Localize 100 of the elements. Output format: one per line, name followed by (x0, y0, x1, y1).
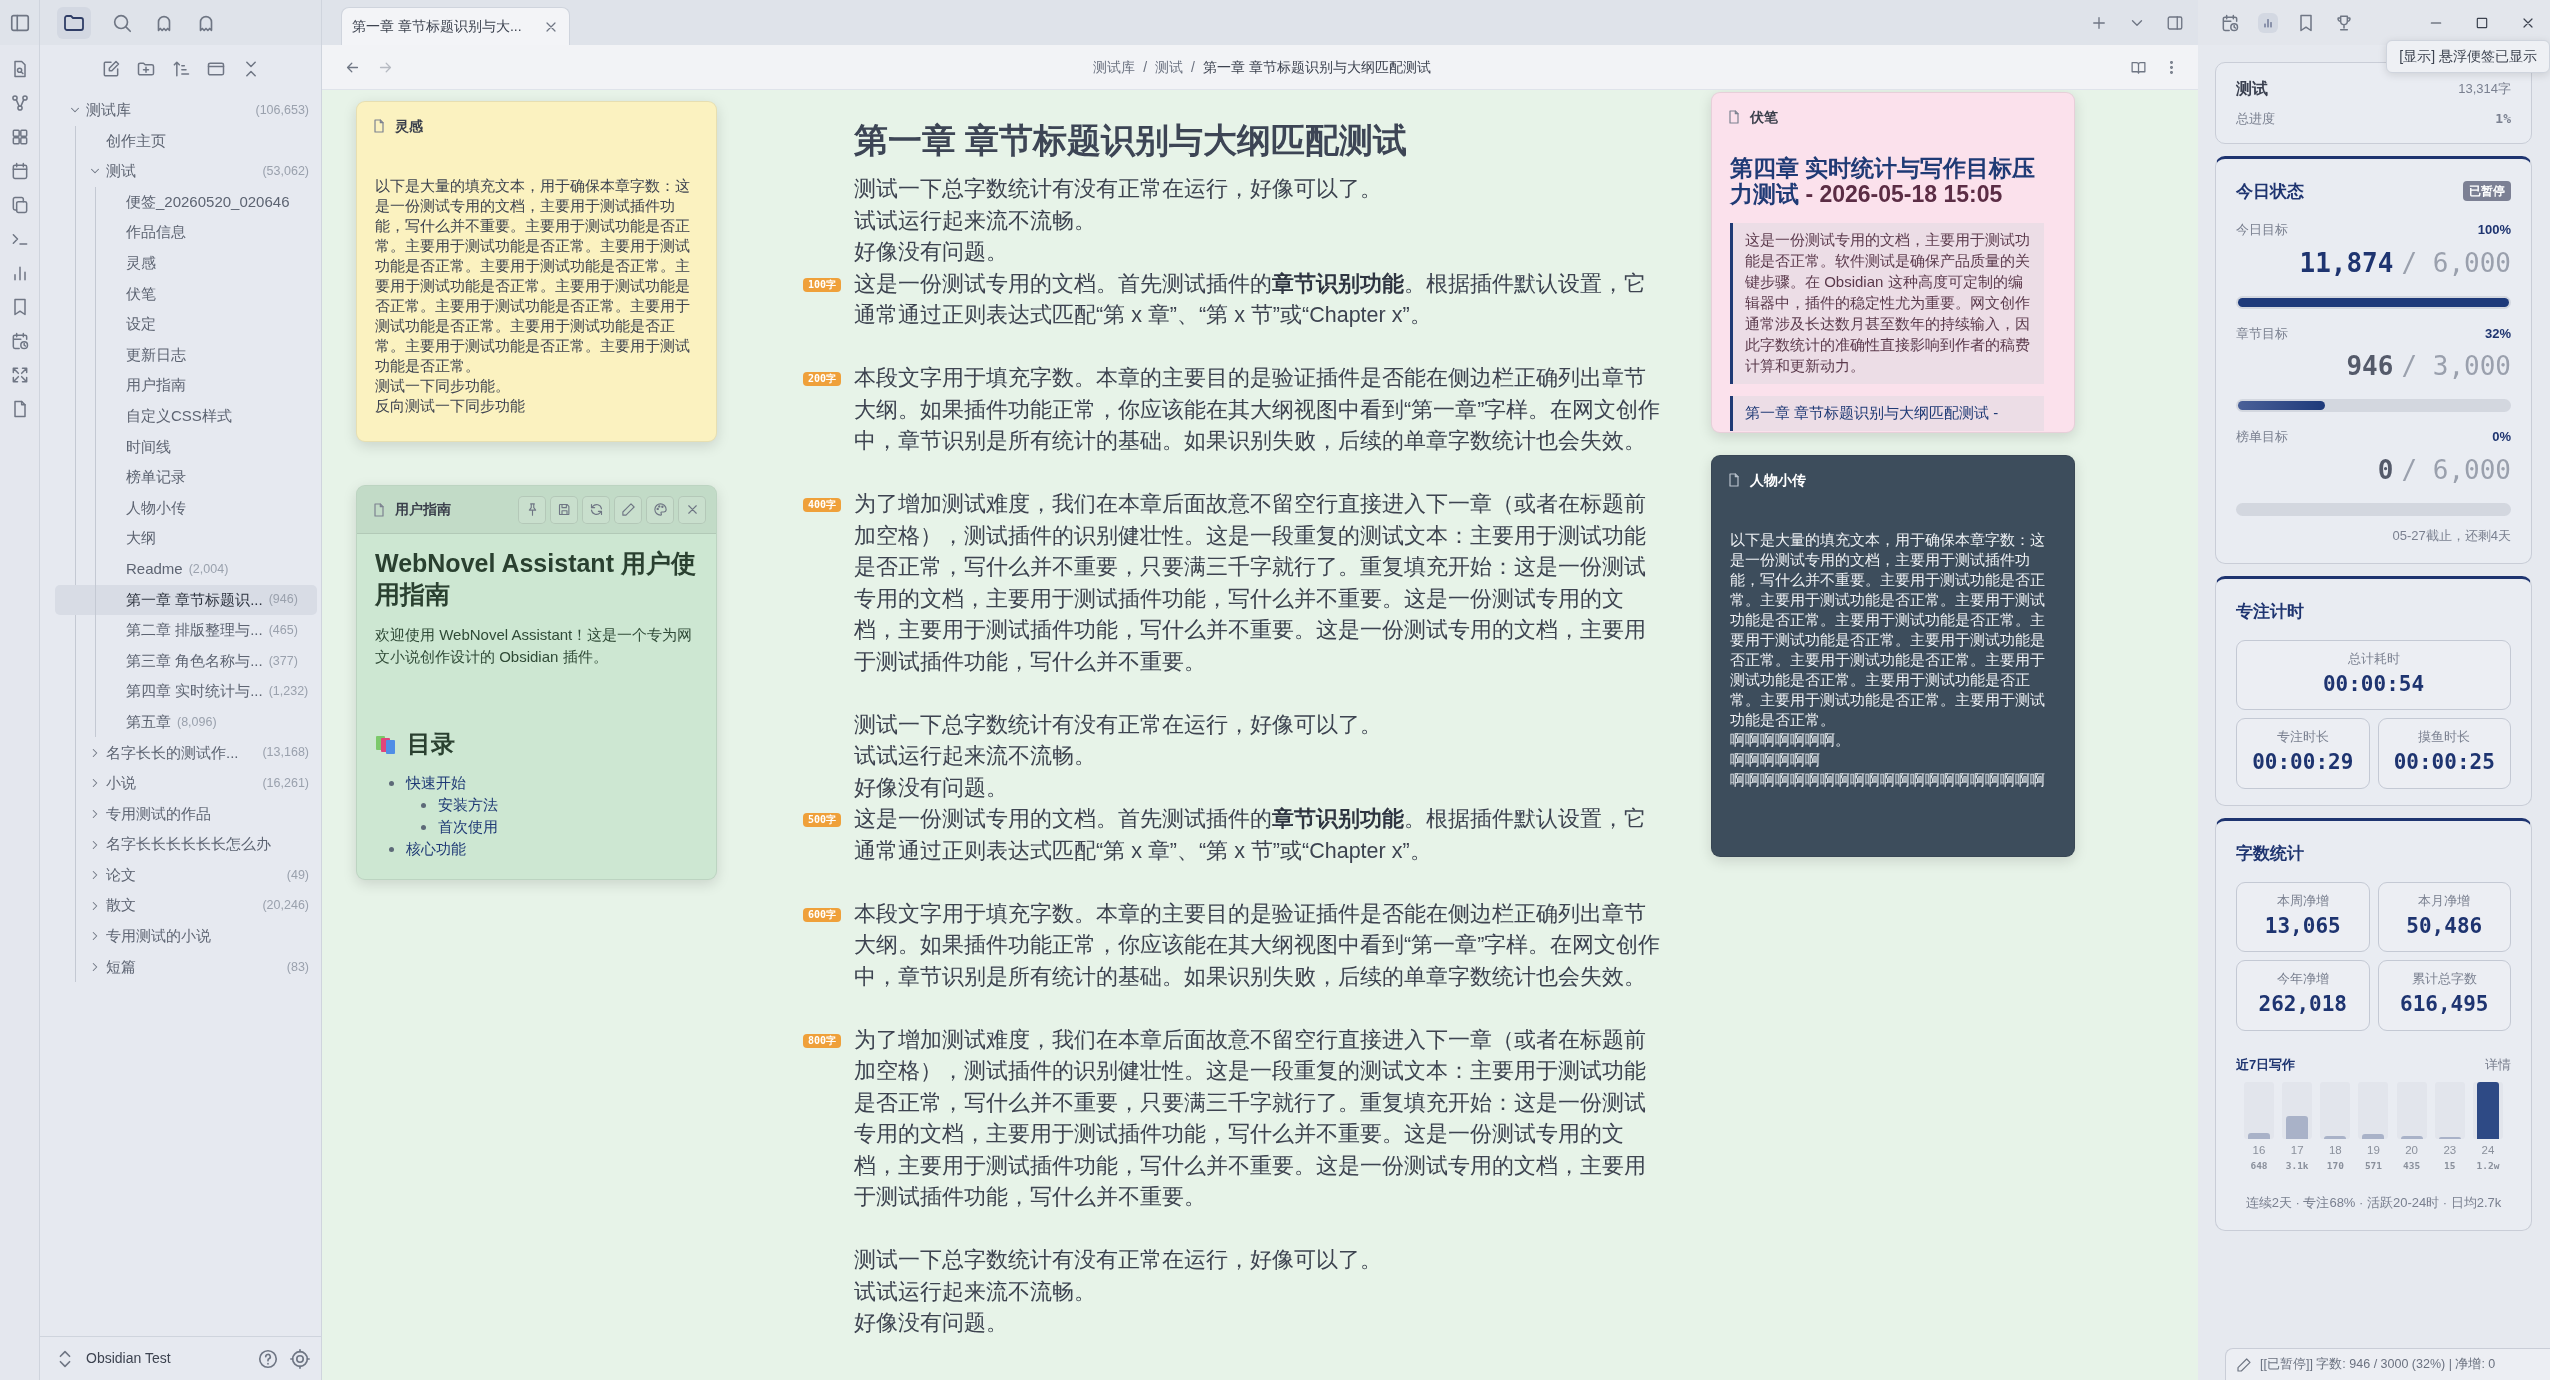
file-tree-item[interactable]: 短篇 (83) (55, 951, 317, 983)
goal-label: 今日目标 (2236, 221, 2288, 239)
breadcrumb-link[interactable]: 测试库 (1093, 56, 1136, 78)
file-tree-item[interactable]: 人物小传 (55, 492, 317, 524)
help-icon[interactable] (257, 1347, 279, 1370)
folder-icon[interactable] (57, 6, 91, 39)
note-text: 反向测试一下同步功能 (375, 396, 526, 416)
file-tree-item[interactable]: 测试库 (106,653) (55, 95, 317, 126)
document-title: 第一章 章节标题识别与大纲匹配测试 (854, 120, 1409, 161)
close-button[interactable] (678, 495, 706, 524)
file-tree-item[interactable]: 作品信息 (55, 217, 317, 248)
list-link[interactable]: 首次使用 (438, 816, 498, 838)
file-tree-item[interactable]: 第五章 (8,096) (55, 706, 317, 738)
day-count: 435 (2403, 1159, 2421, 1174)
file-tree-item[interactable]: 大纲 (55, 523, 317, 554)
stat-value: 262,018 (2258, 991, 2347, 1018)
breadcrumb-link[interactable]: 第一章 章节标题识别与大纲匹配测试 (1202, 56, 1431, 78)
word-count-badge: 500字 (803, 813, 842, 827)
note-link-quote[interactable]: 第一章 章节标题识别与大纲匹配测试 - (1730, 396, 2044, 431)
day-label: 20 (2405, 1143, 2418, 1158)
paragraph: 本段文字用于填充字数。本章的主要目的是验证插件是否能在侧边栏正确列出章节大纲。如果插件功能正常，你应该能在其大纲视图中看到“第一章”字样。在网文创作中，章节识别是所有统计的基础。如果识别失败，后续的单章字数统计也会失效。 (854, 900, 1662, 991)
word-count: (465) (268, 622, 298, 639)
file-tree-item[interactable]: 用户指南 (55, 370, 317, 401)
sidebar-toggle-icon[interactable] (2166, 13, 2184, 32)
new-folder-icon[interactable] (135, 59, 156, 79)
file-tree-item[interactable]: Readme (2,004) (55, 553, 317, 585)
document-tab[interactable]: 第一章 章节标题识别与大... (341, 7, 570, 45)
word-count: (83) (286, 958, 309, 976)
graph-icon[interactable] (9, 93, 30, 113)
file-tree-item[interactable]: 第三章 角色名称与... (377) (55, 645, 317, 677)
stat-value: 13,065 (2264, 912, 2341, 940)
goal-target: / 6,000 (2401, 453, 2511, 487)
stat-label: 本周净增 (2276, 893, 2329, 910)
note-quote: 这是一份测试专用的文档，主要用于测试功能是否正常。软件测试是确保产品质量的关键步骤。在 Obsidian 这种高度可定制的编辑器中，插件的稳定性尤为重要。网文创作通常涉及长达数月甚至数年的持续输入，因此字数统计的准确性直接影响到作者的稿费计算和更新动力。 (1730, 223, 2044, 384)
file-tree-item[interactable]: 自定义CSS样式 (55, 400, 317, 432)
save-button[interactable] (550, 495, 578, 524)
day-label: 17 (2290, 1143, 2304, 1158)
edit-button[interactable] (614, 495, 642, 524)
file-tree-item[interactable]: 便签_20260520_020646 (55, 186, 317, 218)
file-tree-item[interactable]: 创作主页 (55, 125, 317, 157)
file-tree-item[interactable]: 小说 (16,261) (55, 768, 317, 799)
details-link[interactable]: 详情 (2485, 1054, 2511, 1074)
file-tree-item[interactable]: 更新日志 (55, 339, 317, 371)
file-tree-item[interactable]: 榜单记录 (55, 462, 317, 493)
vault-name[interactable]: Obsidian Test (86, 1348, 247, 1369)
bullet-icon (421, 802, 426, 808)
file-tree-item[interactable]: 测试 (53,062) (55, 156, 317, 187)
bullet-icon (389, 846, 394, 852)
refresh-button[interactable] (582, 495, 610, 524)
stat-label: 今年净增 (2276, 971, 2329, 989)
file-tree-item[interactable]: 专用测试的作品 (55, 798, 317, 830)
note-text: 啊啊啊啊啊啊啊。 (1730, 730, 1851, 750)
text-line: 测试一下总字数统计有没有正常在运行，好像可以了。 (854, 711, 1383, 739)
file-tree-item[interactable]: 第四章 实时统计与... (1,232) (55, 676, 317, 707)
file-tree-item[interactable]: 专用测试的小说 (55, 921, 317, 952)
file-tree-item[interactable]: 散文 (20,246) (55, 890, 317, 922)
layout-icon[interactable] (205, 59, 226, 79)
word-count: (2,004) (188, 560, 229, 578)
goal-percent: 100% (2477, 221, 2511, 239)
pin-button[interactable] (518, 495, 546, 524)
deadline-text: 05-27截止，还剩4天 (2392, 527, 2511, 543)
list-link[interactable]: 快速开始 (406, 772, 466, 794)
breadcrumb-link[interactable]: 测试 (1155, 56, 1184, 78)
note-heading: 第四章 实时统计与写作目标压力测试 - 2026-05-18 15:05 (1730, 155, 2037, 207)
day-label: 23 (2443, 1143, 2457, 1158)
breadcrumb-separator: / (1143, 57, 1148, 77)
file-tree-item[interactable]: 论文 (49) (55, 859, 317, 891)
word-count: (8,096) (177, 713, 217, 731)
word-count: (106,653) (255, 101, 309, 119)
calendar-clock-icon[interactable] (2220, 12, 2240, 33)
pencil-icon[interactable] (2236, 1356, 2252, 1373)
file-tree-item[interactable]: 名字长长长长长长怎么办 (55, 829, 317, 860)
word-count: (946) (268, 591, 298, 609)
file-tree-item[interactable]: 第二章 排版整理与... (465) (55, 615, 317, 646)
goal-percent: 0% (2492, 428, 2511, 446)
list-link[interactable]: 核心功能 (406, 838, 466, 860)
file-tree-item[interactable]: 伏笔 (55, 278, 317, 310)
bullet-icon (421, 824, 426, 830)
list-link[interactable]: 安装方法 (438, 794, 498, 816)
chart-icon[interactable] (2258, 12, 2278, 33)
word-count-badge: 400字 (803, 498, 842, 512)
day-label: 24 (2481, 1143, 2495, 1158)
status-badge: 已暂停 (2463, 181, 2511, 202)
stat-value: 00:00:25 (2393, 749, 2495, 776)
file-tree-item[interactable]: 时间线 (55, 431, 317, 463)
paragraph: 这是一份测试专用的文档。首先测试插件的章节识别功能。根据插件默认设置，它通常通过正则表达式匹配“第 x 章”、“第 x 节”或“Chapter x”。 (854, 270, 1647, 329)
day-count: 1.2w (2476, 1159, 2500, 1174)
books-icon (375, 733, 397, 755)
progress-value: 1% (2495, 110, 2511, 128)
goal-percent: 32% (2484, 324, 2511, 343)
file-tree-item[interactable]: 设定 (55, 309, 317, 340)
word-count-badge: 100字 (803, 277, 842, 292)
word-count-badge: 600字 (803, 907, 842, 922)
file-tree-item[interactable]: 第一章 章节标题识... (946) (55, 584, 317, 616)
palette-button[interactable] (646, 495, 674, 524)
card-title: 今日状态 (2236, 180, 2304, 203)
file-tree-item[interactable]: 灵感 (55, 247, 317, 279)
file-tree-item[interactable]: 名字长长的测试作... (13,168) (55, 737, 317, 769)
day-label: 18 (2328, 1143, 2342, 1158)
project-name: 测试 (2236, 79, 2268, 99)
